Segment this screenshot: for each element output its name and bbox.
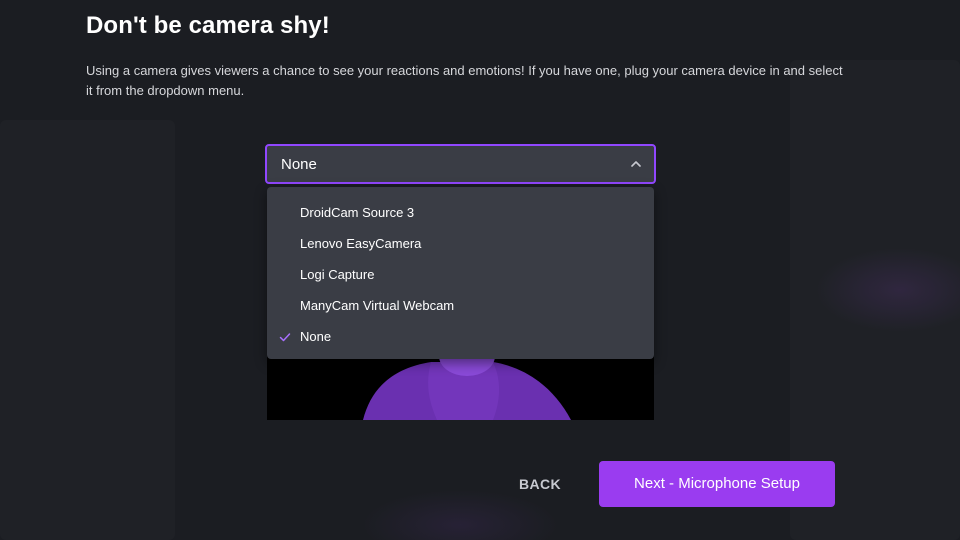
- camera-option-lenovo[interactable]: Lenovo EasyCamera: [267, 228, 654, 259]
- next-microphone-setup-button[interactable]: Next - Microphone Setup: [599, 461, 835, 507]
- chevron-up-icon[interactable]: [630, 158, 642, 170]
- camera-option-label: Lenovo EasyCamera: [300, 236, 422, 251]
- camera-option-label: None: [300, 329, 332, 344]
- camera-option-none[interactable]: None: [267, 321, 654, 352]
- camera-option-label: Logi Capture: [300, 267, 375, 282]
- camera-dropdown-menu: DroidCam Source 3 Lenovo EasyCamera Logi…: [267, 187, 654, 359]
- selected-camera-value: None: [281, 156, 317, 173]
- page-description: Using a camera gives viewers a chance to…: [86, 63, 843, 98]
- camera-option-logi[interactable]: Logi Capture: [267, 259, 654, 290]
- camera-option-droidcam[interactable]: DroidCam Source 3: [267, 197, 654, 228]
- camera-setup-page: Don't be camera shy! Using a camera give…: [0, 0, 960, 540]
- camera-device-select[interactable]: None: [265, 144, 656, 184]
- back-button[interactable]: BACK: [505, 467, 575, 501]
- camera-option-manycam[interactable]: ManyCam Virtual Webcam: [267, 290, 654, 321]
- camera-option-label: DroidCam Source 3: [300, 205, 415, 220]
- camera-option-label: ManyCam Virtual Webcam: [300, 298, 455, 313]
- page-title: Don't be camera shy!: [86, 12, 330, 39]
- background-panel: [0, 120, 175, 540]
- check-icon: [279, 333, 291, 342]
